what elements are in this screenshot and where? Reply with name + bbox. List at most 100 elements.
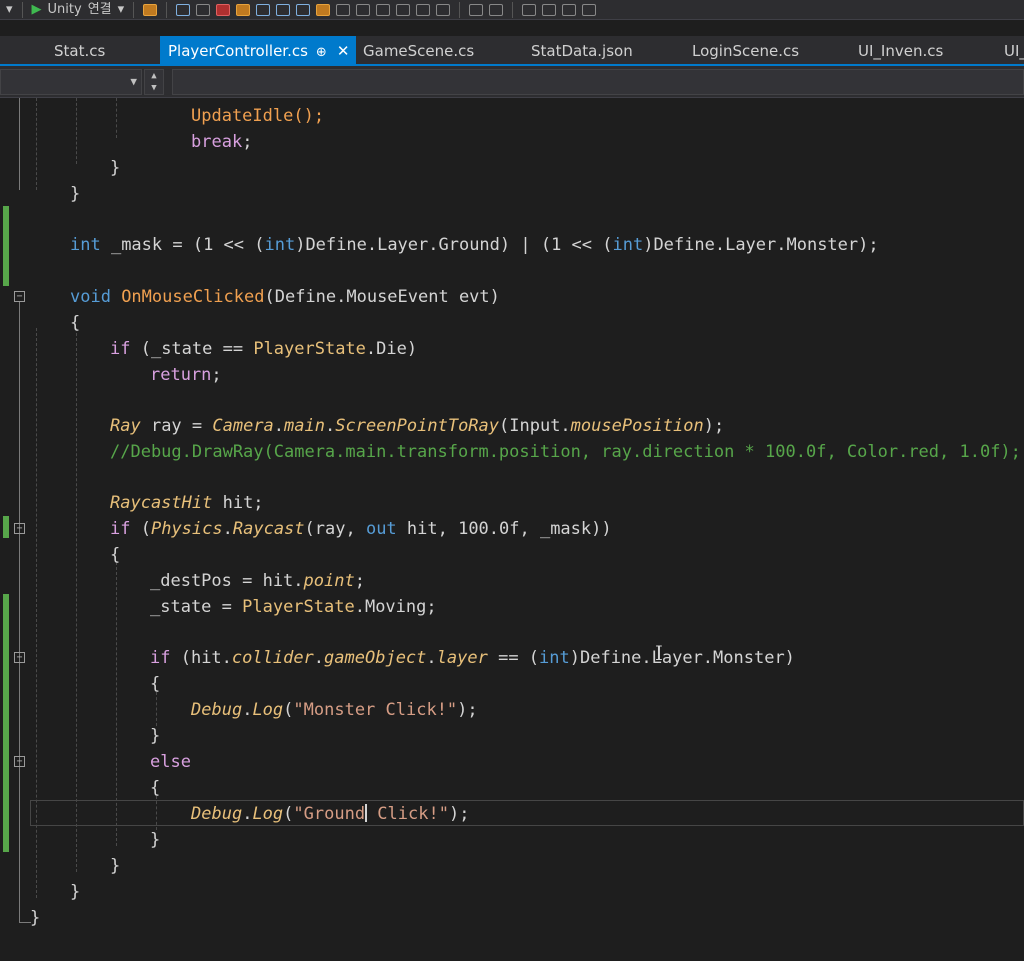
code-line: } — [110, 158, 121, 178]
find-in-files-icon[interactable] — [276, 3, 291, 16]
attach-button-label[interactable]: 연결 — [88, 1, 112, 19]
chevron-up-icon[interactable]: ▲ — [145, 70, 163, 82]
code-editor[interactable]: − − − − UpdateIdle(); break; } } int _ma… — [0, 98, 1024, 961]
clear-bookmarks-icon[interactable] — [582, 3, 597, 16]
stop-icon[interactable] — [216, 3, 231, 16]
change-marker — [3, 206, 9, 286]
folder-icon[interactable] — [236, 3, 251, 16]
indent-guide — [116, 98, 117, 138]
toolbar-separator — [21, 1, 23, 18]
tab-label: UI_ — [1004, 42, 1024, 60]
indent-guide — [76, 328, 77, 872]
tab-playercontroller[interactable]: PlayerController.cs ⊕ ✕ — [160, 36, 356, 66]
code-line: return; — [150, 365, 222, 385]
breakpoint-icon[interactable] — [316, 3, 331, 16]
code-line: int _mask = (1 << (int)Define.Layer.Grou… — [70, 235, 879, 255]
bookmark-icon[interactable] — [522, 3, 537, 16]
tab-ui-overflow[interactable]: UI_ — [1004, 36, 1024, 66]
code-line: Ray ray = Camera.main.ScreenPointToRay(I… — [110, 416, 725, 436]
code-line: { — [150, 778, 161, 798]
code-line: } — [30, 908, 41, 928]
find-icon[interactable] — [256, 3, 271, 16]
project-dropdown[interactable]: ▼ — [0, 69, 142, 95]
code-line: if (hit.collider.gameObject.layer == (in… — [150, 648, 795, 668]
navigation-bar: ▼ ▲ ▼ — [0, 66, 1024, 98]
toolbar-separator — [166, 1, 168, 18]
code-line: RaycastHit hit; — [110, 493, 264, 513]
format-icon[interactable] — [336, 3, 351, 16]
indent-guide — [76, 98, 77, 164]
toolbar-separator — [133, 1, 135, 18]
collapse-icon[interactable]: − — [14, 652, 25, 663]
close-icon[interactable]: ✕ — [337, 42, 350, 60]
uncomment-icon[interactable] — [396, 3, 411, 16]
code-line: if (_state == PlayerState.Die) — [110, 339, 418, 359]
toolbar-options-icon[interactable] — [196, 3, 211, 16]
code-line: else — [150, 752, 191, 772]
tab-label: UI_Inven.cs — [858, 42, 944, 60]
chevron-down-icon: ▼ — [130, 75, 137, 88]
code-line: } — [110, 856, 121, 876]
outdent-icon[interactable] — [416, 3, 431, 16]
scroll-spinner[interactable]: ▲ ▼ — [144, 69, 164, 95]
tab-statdata[interactable]: StatData.json — [531, 36, 633, 66]
toolbar-separator — [459, 1, 461, 18]
prev-bookmark-icon[interactable] — [542, 3, 557, 16]
code-line: if (Physics.Raycast(ray, out hit, 100.0f… — [110, 519, 612, 539]
code-line: { — [150, 674, 161, 694]
code-line: } — [150, 830, 161, 850]
indent-guide — [156, 692, 157, 726]
indent-icon[interactable] — [436, 3, 451, 16]
collapse-icon[interactable]: − — [14, 756, 25, 767]
tab-label: PlayerController.cs — [168, 42, 308, 60]
outline-line — [19, 302, 20, 922]
document-tabs: Stat.cs PlayerController.cs ⊕ ✕ GameScene.… — [0, 36, 1024, 66]
tab-ui-inven[interactable]: UI_Inven.cs — [858, 36, 943, 66]
tab-stat[interactable]: Stat.cs — [54, 36, 105, 66]
mouse-ibeam-cursor: I — [655, 641, 663, 665]
code-line: } — [70, 184, 81, 204]
bookmark-list-icon[interactable] — [176, 3, 191, 16]
spellcheck-icon[interactable] — [356, 3, 371, 16]
dropdown-arrow-icon[interactable]: ▾ — [6, 1, 13, 19]
toolbar: ▾ ▶ Unity 연결 ▾ — [0, 0, 1024, 20]
change-marker — [3, 594, 9, 852]
tab-label: LoginScene.cs — [692, 42, 800, 60]
toolbar-separator — [512, 1, 514, 18]
align-left-icon[interactable] — [469, 3, 484, 16]
step-into-icon[interactable] — [296, 3, 311, 16]
code-line: Debug.Log("Monster Click!"); — [191, 700, 478, 720]
code-line: break; — [191, 132, 253, 152]
outline-line — [19, 98, 20, 190]
code-line-current: Debug.Log("Ground Click!"); — [191, 804, 470, 824]
chevron-down-icon[interactable]: ▼ — [145, 82, 163, 94]
code-line: { — [70, 313, 81, 333]
current-line-highlight — [30, 800, 1024, 826]
member-dropdown[interactable] — [172, 69, 1024, 95]
tab-label: Stat.cs — [54, 42, 106, 60]
change-marker — [3, 516, 9, 538]
browser-icon[interactable] — [143, 3, 158, 16]
collapse-icon[interactable]: − — [14, 523, 25, 534]
tab-loginscene[interactable]: LoginScene.cs — [692, 36, 799, 66]
tab-label: GameScene.cs — [363, 42, 475, 60]
comment-icon[interactable] — [376, 3, 391, 16]
code-line: UpdateIdle(); — [191, 106, 325, 126]
collapse-icon[interactable]: − — [14, 291, 25, 302]
attach-config-label[interactable]: Unity — [48, 1, 82, 19]
attach-dropdown-icon[interactable]: ▾ — [118, 1, 125, 19]
code-line: _destPos = hit.point; — [150, 571, 365, 591]
pin-icon[interactable]: ⊕ — [316, 45, 327, 60]
code-line: void OnMouseClicked(Define.MouseEvent ev… — [70, 287, 500, 307]
next-bookmark-icon[interactable] — [562, 3, 577, 16]
code-line: } — [150, 726, 161, 746]
code-line: } — [70, 882, 81, 902]
code-line: //Debug.DrawRay(Camera.main.transform.po… — [110, 442, 1021, 462]
tab-gamescene[interactable]: GameScene.cs — [363, 36, 474, 66]
play-icon[interactable]: ▶ — [32, 1, 42, 19]
align-right-icon[interactable] — [489, 3, 504, 16]
tab-label: StatData.json — [531, 42, 633, 60]
code-line: { — [110, 545, 121, 565]
indent-guide — [36, 98, 37, 190]
code-line: _state = PlayerState.Moving; — [150, 597, 437, 617]
